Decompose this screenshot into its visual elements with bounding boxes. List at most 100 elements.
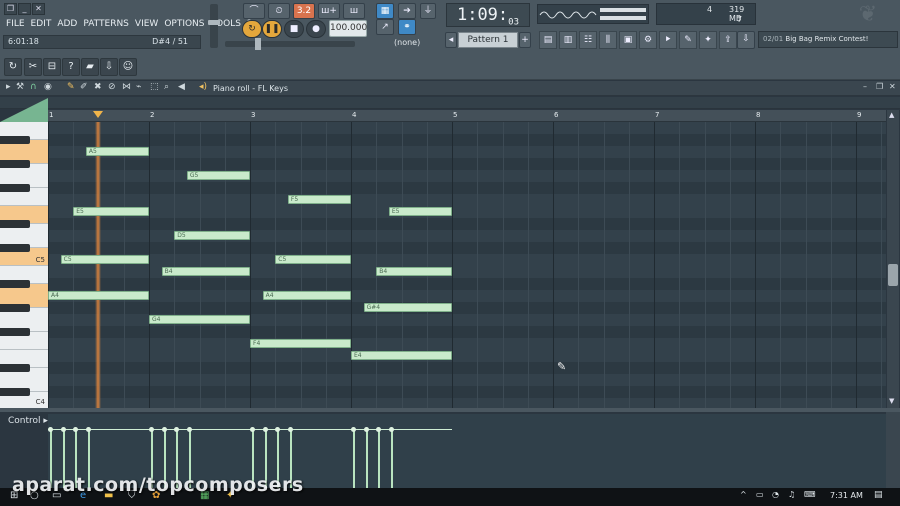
black-key[interactable] (0, 304, 30, 312)
note-g4[interactable]: G4 (149, 315, 250, 324)
render-icon[interactable]: ⇩ (100, 58, 118, 76)
news-panel[interactable]: 02/01 Big Bag Remix Contest! (758, 31, 898, 48)
stop-button[interactable]: ■ (284, 20, 304, 38)
note-a5[interactable]: A5 (85, 147, 149, 156)
note-grid[interactable]: A5 G5 F5 E5 E5 D5 C5 C5 B4 B4 A4 A4 G#4 G4 F4 E4 (48, 122, 886, 408)
link-icon[interactable]: ⚭ (398, 19, 416, 35)
pencil-icon[interactable]: ✎ (67, 82, 75, 92)
keyboard-layout-icon[interactable]: ⌨ (804, 490, 816, 499)
velocity-handle[interactable] (363, 427, 369, 432)
velocity-handle[interactable] (388, 427, 394, 432)
wrench-icon[interactable]: ⚒ (16, 82, 24, 92)
play-button[interactable]: ❚❚ (262, 20, 282, 38)
slip-tool-icon[interactable]: ⋈ (122, 82, 131, 92)
view-icon[interactable]: ⊟ (43, 58, 61, 76)
select-tool-icon[interactable]: ⬚ (150, 82, 159, 92)
velocity-bar[interactable] (378, 430, 381, 488)
velocity-handle[interactable] (262, 427, 268, 432)
step-edit-icon[interactable]: ш+ (318, 3, 340, 19)
taskbar-clock[interactable]: 7:31 AM (830, 491, 863, 500)
export-icon[interactable]: ⇪ (719, 31, 737, 49)
note-a4[interactable]: A4 (48, 291, 149, 300)
menu-patterns[interactable]: PATTERNS (83, 17, 129, 31)
black-key[interactable] (0, 280, 30, 288)
black-key[interactable] (0, 160, 30, 168)
scroll-up-icon[interactable]: ▲ (889, 111, 894, 119)
zoom-tool-icon[interactable]: ⌕ (164, 82, 169, 92)
piano-keyboard[interactable]: C5 C4 (0, 122, 48, 408)
menu-options[interactable]: OPTIONS (164, 17, 204, 31)
pattern-icon[interactable]: ⯈ (659, 31, 677, 49)
velocity-handle[interactable] (250, 427, 255, 432)
velocity-bar[interactable] (353, 430, 355, 488)
browser-icon[interactable]: ▣ (619, 31, 637, 49)
playlist-icon[interactable]: ▤ (539, 31, 557, 49)
note-gsharp4[interactable]: G#4 (363, 303, 452, 312)
black-key[interactable] (0, 220, 30, 228)
typing-keyboard-icon[interactable]: ▦ (376, 3, 394, 19)
metronome-icon[interactable]: ⌒ (243, 3, 265, 19)
song-time-display[interactable]: 1:09:03 (446, 3, 530, 27)
cut-icon[interactable]: ✂ (24, 58, 42, 76)
arrow-right-icon[interactable]: ➔ (398, 3, 416, 19)
control-lane-label[interactable]: Control ▸ (8, 416, 48, 426)
velocity-handle[interactable] (287, 427, 293, 432)
velocity-bar[interactable] (365, 430, 368, 488)
timeline-ruler[interactable]: 1 2 3 4 5 6 7 8 9 (48, 110, 886, 122)
menu-arrow-icon[interactable]: ▸ (6, 82, 11, 92)
velocity-handle[interactable] (174, 427, 180, 432)
battery-icon[interactable]: ▭ (756, 490, 764, 499)
black-key[interactable] (0, 136, 30, 144)
velocity-handle[interactable] (149, 427, 154, 432)
vertical-scrollbar[interactable]: ▲ ▼ (887, 110, 899, 408)
velocity-handle[interactable] (186, 427, 192, 432)
wand-icon[interactable]: ✦ (699, 31, 717, 49)
record-button[interactable]: ● (306, 20, 326, 38)
tuner-icon[interactable]: ⏚ (420, 3, 436, 19)
download-icon[interactable]: ⇩ (737, 31, 755, 49)
velocity-handle[interactable] (351, 427, 356, 432)
menu-file[interactable]: FILE (6, 17, 25, 31)
plugin-icon[interactable]: ⚙ (639, 31, 657, 49)
pattern-add-button[interactable]: + (519, 32, 531, 48)
master-pitch-slider[interactable] (225, 38, 355, 50)
velocity-handle[interactable] (48, 427, 53, 432)
black-key[interactable] (0, 364, 30, 372)
note-b4[interactable]: B4 (376, 267, 452, 276)
notifications-icon[interactable]: ▤ (874, 490, 883, 500)
wait-input-icon[interactable]: ⏲ (268, 3, 290, 19)
undo-icon[interactable]: ↻ (4, 58, 22, 76)
velocity-bar[interactable] (390, 430, 393, 488)
save-icon[interactable]: ▰ (81, 58, 99, 76)
piano-roll-icon[interactable]: ▥ (559, 31, 577, 49)
note-e5[interactable]: E5 (73, 207, 149, 216)
note-g5[interactable]: G5 (186, 171, 250, 180)
minimize-panel-icon[interactable]: – (863, 82, 867, 91)
control-lane-divider[interactable] (0, 408, 900, 412)
black-key[interactable] (0, 184, 30, 192)
scroll-down-icon[interactable]: ▼ (889, 397, 894, 405)
record-mode-icon[interactable]: ◉ (44, 82, 52, 92)
network-icon[interactable]: ◔ (772, 490, 779, 499)
note-d5[interactable]: D5 (174, 231, 250, 240)
control-lane-scroll[interactable] (886, 412, 900, 488)
velocity-handle[interactable] (376, 427, 382, 432)
menu-edit[interactable]: EDIT (31, 17, 52, 31)
menu-view[interactable]: VIEW (135, 17, 158, 31)
velocity-handle[interactable] (275, 427, 281, 432)
playhead-marker[interactable] (93, 111, 103, 118)
tempo-display[interactable]: 100.000 (329, 20, 367, 37)
maximize-panel-icon[interactable]: ❐ (876, 82, 883, 91)
close-window-button[interactable]: ✕ (32, 3, 45, 15)
note-f4[interactable]: F4 (250, 339, 351, 348)
speaker-icon[interactable]: ◂) (199, 82, 207, 92)
mixer-icon[interactable]: ⫼ (599, 31, 617, 49)
channel-rack-icon[interactable]: ☷ (579, 31, 597, 49)
menu-add[interactable]: ADD (57, 17, 77, 31)
velocity-handle[interactable] (60, 427, 66, 432)
volume-icon[interactable]: ♫ (788, 490, 795, 499)
velocity-handle[interactable] (161, 427, 167, 432)
velocity-handle[interactable] (85, 427, 91, 432)
pattern-selector[interactable]: Pattern 1 (458, 32, 518, 48)
black-key[interactable] (0, 244, 30, 252)
